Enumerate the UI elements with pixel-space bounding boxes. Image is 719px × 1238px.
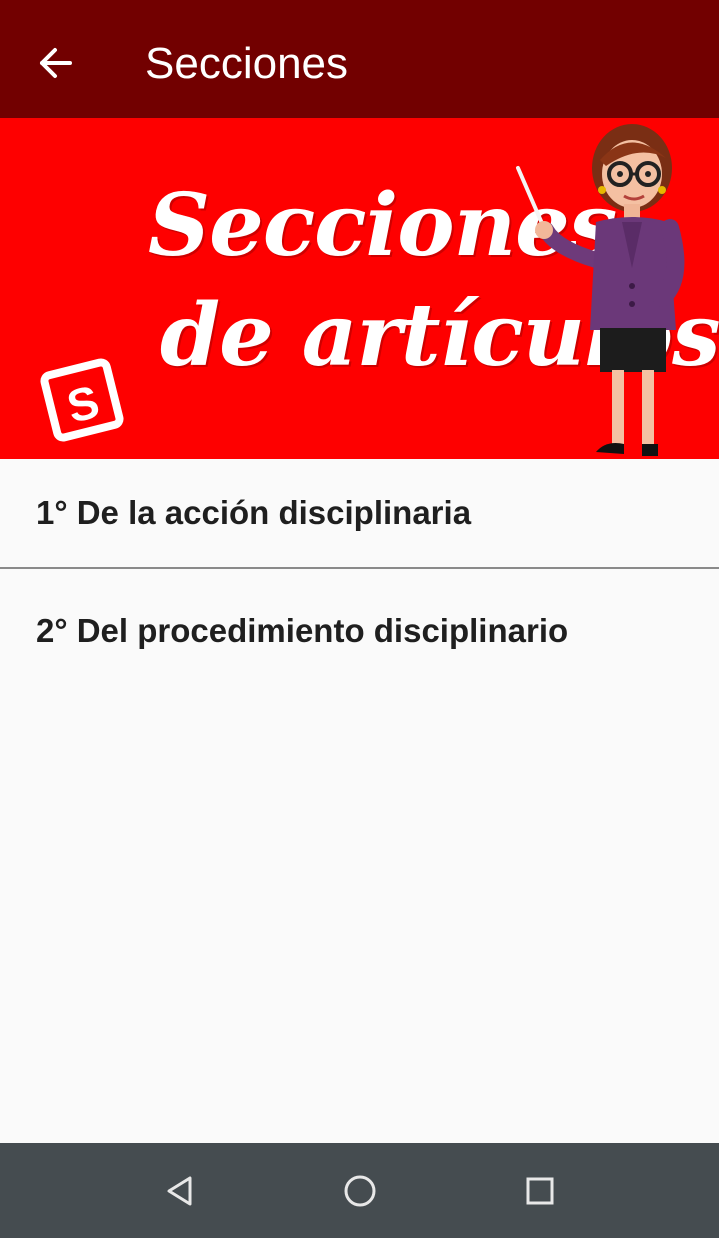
system-nav-bar (0, 1143, 719, 1238)
app-bar: Secciones (0, 0, 719, 118)
list-item-section-1[interactable]: 1° De la acción disciplinaria (0, 459, 719, 569)
teacher-illustration (516, 124, 685, 456)
nav-recents-button[interactable] (510, 1165, 570, 1217)
page-title: Secciones (145, 39, 349, 88)
square-recents-icon (526, 1177, 554, 1205)
list-item-label: 1° De la acción disciplinaria (36, 494, 472, 531)
back-button[interactable] (24, 31, 88, 95)
triangle-back-icon (167, 1176, 192, 1206)
nav-home-button[interactable] (330, 1165, 390, 1217)
arrow-left-icon (40, 48, 72, 78)
list-item-label: 2° Del procedimiento disciplinario (36, 612, 569, 649)
s-logo-icon: S (40, 358, 124, 442)
circle-home-icon (344, 1175, 376, 1207)
header-banner: Secciones de artículos S (0, 118, 719, 459)
nav-back-button[interactable] (150, 1165, 210, 1217)
sections-list: 1° De la acción disciplinaria 2° Del pro… (0, 459, 719, 693)
list-item-section-2[interactable]: 2° Del procedimiento disciplinario (0, 569, 719, 693)
logo-letter: S (62, 375, 104, 433)
